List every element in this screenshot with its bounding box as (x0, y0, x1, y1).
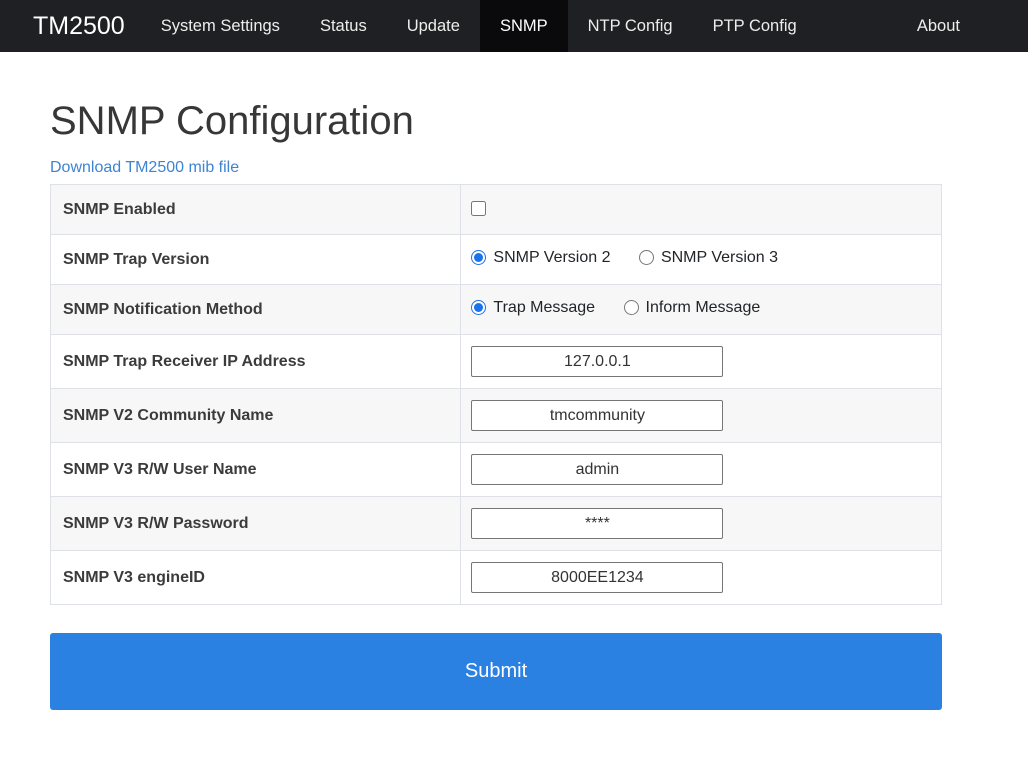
radio-option-inform-message[interactable]: Inform Message (624, 299, 761, 317)
table-row-v3-password: SNMP V3 R/W Password (51, 497, 942, 551)
mib-download-link[interactable]: Download TM2500 mib file (50, 159, 239, 177)
v3-engineid-field[interactable] (471, 562, 723, 593)
v3-password-field[interactable] (471, 508, 723, 539)
nav-item-about[interactable]: About (897, 0, 980, 52)
main-content: SNMP Configuration Download TM2500 mib f… (0, 97, 942, 710)
row-label: SNMP V3 engineID (51, 551, 461, 605)
row-label: SNMP Trap Version (51, 235, 461, 285)
row-label: SNMP V3 R/W User Name (51, 443, 461, 497)
v3-username-field[interactable] (471, 454, 723, 485)
snmp-version3-radio[interactable] (639, 250, 654, 265)
nav-item-system-settings[interactable]: System Settings (141, 0, 300, 52)
nav-item-status[interactable]: Status (300, 0, 387, 52)
page-title: SNMP Configuration (50, 97, 942, 145)
row-label: SNMP Enabled (51, 185, 461, 235)
table-row-v3-engineid: SNMP V3 engineID (51, 551, 942, 605)
table-row-trap-version: SNMP Trap Version SNMP Version 2 SNMP Ve… (51, 235, 942, 285)
navbar: TM2500 System Settings Status Update SNM… (0, 0, 1028, 52)
snmp-enabled-checkbox[interactable] (471, 201, 486, 216)
radio-option-snmp-v3[interactable]: SNMP Version 3 (639, 249, 778, 267)
v2-community-name-field[interactable] (471, 400, 723, 431)
row-label: SNMP Trap Receiver IP Address (51, 335, 461, 389)
submit-button[interactable]: Submit (50, 633, 942, 710)
radio-label: SNMP Version 2 (493, 249, 610, 267)
snmp-version2-radio[interactable] (471, 250, 486, 265)
radio-option-snmp-v2[interactable]: SNMP Version 2 (471, 249, 610, 267)
table-row-notification-method: SNMP Notification Method Trap Message In… (51, 285, 942, 335)
inform-message-radio[interactable] (624, 300, 639, 315)
navbar-brand[interactable]: TM2500 (17, 0, 141, 52)
nav-item-ntp-config[interactable]: NTP Config (568, 0, 693, 52)
row-label: SNMP V3 R/W Password (51, 497, 461, 551)
trap-message-radio[interactable] (471, 300, 486, 315)
nav-item-ptp-config[interactable]: PTP Config (693, 0, 817, 52)
nav-item-snmp[interactable]: SNMP (480, 0, 568, 52)
radio-option-trap-message[interactable]: Trap Message (471, 299, 595, 317)
row-label: SNMP V2 Community Name (51, 389, 461, 443)
table-row-trap-receiver-ip: SNMP Trap Receiver IP Address (51, 335, 942, 389)
radio-label: Trap Message (493, 299, 595, 317)
table-row-snmp-enabled: SNMP Enabled (51, 185, 942, 235)
row-label: SNMP Notification Method (51, 285, 461, 335)
table-row-v2-community: SNMP V2 Community Name (51, 389, 942, 443)
snmp-config-table: SNMP Enabled SNMP Trap Version SNMP Vers… (50, 184, 942, 605)
nav-item-update[interactable]: Update (387, 0, 480, 52)
table-row-v3-username: SNMP V3 R/W User Name (51, 443, 942, 497)
radio-label: Inform Message (646, 299, 761, 317)
radio-label: SNMP Version 3 (661, 249, 778, 267)
trap-receiver-ip-field[interactable] (471, 346, 723, 377)
